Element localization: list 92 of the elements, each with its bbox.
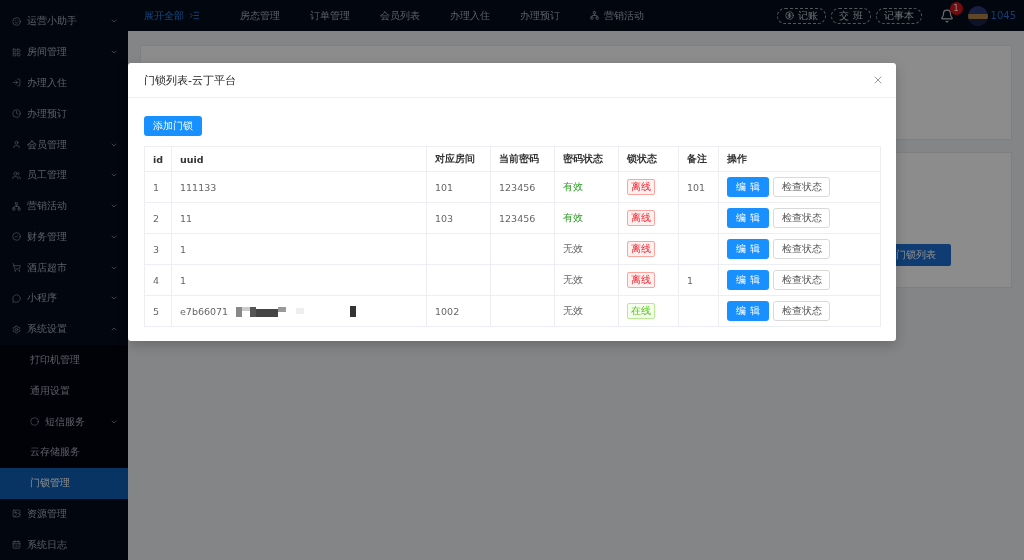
sidebar-item[interactable]: 酒店超市 bbox=[0, 252, 128, 284]
coin-icon bbox=[785, 11, 795, 20]
column-header: 对应房间 bbox=[426, 146, 491, 172]
table-cell: 123456 bbox=[499, 181, 536, 193]
calendar-icon bbox=[12, 540, 21, 550]
table-cell: 5 bbox=[144, 295, 172, 327]
edit-button[interactable]: 编 辑 bbox=[727, 176, 769, 197]
lock-status-tag: 离线 bbox=[627, 179, 655, 195]
sidebar-subitem[interactable]: 短信服务 bbox=[0, 406, 128, 437]
check-status-button[interactable]: 检查状态 bbox=[773, 239, 830, 260]
user-icon bbox=[12, 140, 21, 149]
password-status: 有效 bbox=[563, 180, 583, 192]
lock-status-tag: 离线 bbox=[627, 241, 655, 257]
sidebar-subitem[interactable]: 门锁管理 bbox=[0, 467, 128, 499]
table-cell: 1 bbox=[180, 274, 187, 286]
cart-icon bbox=[12, 263, 21, 273]
lock-status-tag: 离线 bbox=[627, 272, 655, 288]
users-icon bbox=[12, 170, 21, 180]
edit-button[interactable]: 编 辑 bbox=[727, 207, 769, 228]
edit-button[interactable]: 编 辑 bbox=[727, 300, 769, 321]
sidebar-item[interactable]: 财务管理 bbox=[0, 221, 128, 253]
check-circle-icon bbox=[12, 232, 21, 242]
column-header: 密码状态 bbox=[554, 146, 619, 172]
nav-link[interactable]: 会员列表 bbox=[380, 8, 420, 23]
check-status-button[interactable]: 检查状态 bbox=[773, 208, 830, 229]
table-cell: 11 bbox=[180, 212, 193, 224]
column-header: 备注 bbox=[678, 146, 719, 172]
image-icon bbox=[12, 509, 21, 519]
sidebar-subitem[interactable]: 打印机管理 bbox=[0, 344, 128, 376]
table-cell: 2 bbox=[144, 202, 172, 234]
nav-link[interactable]: 房态管理 bbox=[240, 8, 280, 23]
table-cell: 101 bbox=[687, 181, 706, 193]
lock-status-tag: 在线 bbox=[627, 303, 655, 319]
password-status: 无效 bbox=[563, 304, 583, 316]
column-header: 锁状态 bbox=[618, 146, 679, 172]
nav-link[interactable]: 营销活动 bbox=[590, 8, 644, 23]
table-cell: 4 bbox=[144, 264, 172, 296]
indent-icon bbox=[189, 10, 200, 21]
sidebar-item[interactable]: 员工管理 bbox=[0, 159, 128, 191]
column-header: id bbox=[144, 146, 172, 172]
nav-link[interactable]: 订单管理 bbox=[310, 8, 350, 23]
sidebar-subitem[interactable]: 云存储服务 bbox=[0, 436, 128, 468]
sidebar-item[interactable]: 会员管理 bbox=[0, 129, 128, 160]
sidebar-subitem[interactable]: 通用设置 bbox=[0, 375, 128, 407]
table-cell: e7b66071 bbox=[180, 305, 229, 317]
smile-icon bbox=[12, 16, 21, 26]
sidebar-item[interactable]: 营销活动 bbox=[0, 190, 128, 222]
expand-all-link[interactable]: 展开全部 bbox=[144, 8, 200, 23]
password-status: 无效 bbox=[563, 242, 583, 254]
table-cell: 1002 bbox=[435, 305, 460, 317]
sidebar-item[interactable]: 运营小助手 bbox=[0, 6, 128, 37]
table-cell: 111133 bbox=[180, 181, 217, 193]
network-icon bbox=[590, 11, 599, 20]
sidebar-item[interactable]: 办理预订 bbox=[0, 98, 128, 130]
network-icon bbox=[12, 201, 21, 211]
password-status: 无效 bbox=[563, 273, 583, 285]
settings-icon bbox=[12, 324, 21, 334]
user-name[interactable]: 1045 bbox=[990, 10, 1016, 21]
bell-icon[interactable] bbox=[939, 8, 954, 23]
login-icon bbox=[12, 78, 21, 88]
sidebar-item[interactable]: 系统设置 bbox=[0, 313, 128, 345]
add-lock-button[interactable]: 添加门锁 bbox=[144, 116, 202, 136]
close-icon[interactable] bbox=[872, 74, 884, 86]
circle-icon bbox=[30, 417, 39, 427]
table-cell: 1 bbox=[144, 171, 172, 203]
edit-button[interactable]: 编 辑 bbox=[727, 238, 769, 259]
nav-link[interactable]: 办理入住 bbox=[450, 8, 490, 23]
check-status-button[interactable]: 检查状态 bbox=[773, 177, 830, 198]
notification-badge: 1 bbox=[949, 1, 963, 15]
column-header: 操作 bbox=[718, 146, 881, 172]
table-cell: 1 bbox=[687, 274, 694, 286]
table-cell: 123456 bbox=[499, 212, 536, 224]
sidebar-item[interactable]: 房间管理 bbox=[0, 36, 128, 68]
column-header: 当前密码 bbox=[490, 146, 555, 172]
column-header: uuid bbox=[171, 146, 427, 172]
modal-title: 门锁列表-云丁平台 bbox=[144, 72, 236, 88]
table-cell: 3 bbox=[144, 233, 172, 265]
sidebar-item[interactable]: 小程序 bbox=[0, 283, 128, 314]
lock-status-tag: 离线 bbox=[627, 210, 655, 226]
check-status-button[interactable]: 检查状态 bbox=[773, 270, 830, 291]
chat-icon bbox=[12, 293, 21, 303]
clock-icon bbox=[12, 109, 21, 119]
check-status-button[interactable]: 检查状态 bbox=[773, 301, 830, 322]
sidebar-item[interactable]: 系统日志 bbox=[0, 529, 128, 560]
grid-icon bbox=[12, 47, 21, 57]
nav-link[interactable]: 办理预订 bbox=[520, 8, 560, 23]
password-status: 有效 bbox=[563, 211, 583, 223]
table-cell: 1 bbox=[180, 243, 187, 255]
edit-button[interactable]: 编 辑 bbox=[727, 269, 769, 290]
table-cell: 101 bbox=[435, 181, 454, 193]
table-cell: 103 bbox=[435, 212, 454, 224]
sidebar-item[interactable]: 办理入住 bbox=[0, 67, 128, 99]
